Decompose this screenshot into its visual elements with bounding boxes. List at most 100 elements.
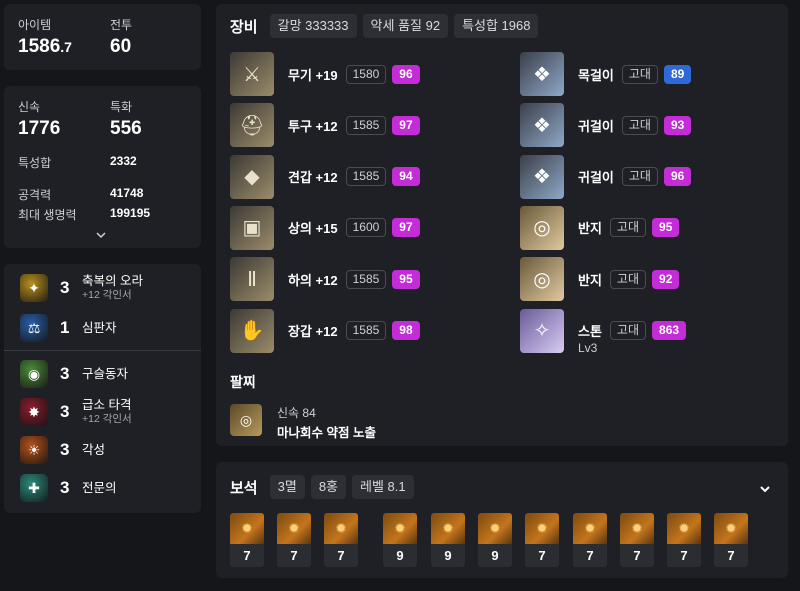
- item-level-panel: 아이템 1586.7 전투 60: [4, 4, 201, 70]
- chevron-down-icon[interactable]: [95, 228, 107, 240]
- engraving-item[interactable]: ✸ 3 급소 타격 +12 각인서: [20, 398, 132, 426]
- equipment-chip: 악세 품질 92: [362, 14, 449, 38]
- quality-badge: 93: [663, 115, 692, 135]
- quality-badge: 863: [652, 321, 687, 340]
- engraving-name: 심판자: [82, 321, 117, 335]
- stat-total-row: 특성합 2332: [18, 154, 137, 171]
- gem-item[interactable]: ✹ 7: [714, 513, 748, 567]
- gem-level: 7: [525, 544, 559, 567]
- accessory-item[interactable]: ◎ 반지 고대 95: [520, 205, 680, 250]
- gem-level: 7: [230, 544, 264, 567]
- gem-item[interactable]: ✹ 7: [277, 513, 311, 567]
- gem-level: 9: [383, 544, 417, 567]
- armor-name: 하의 +12: [288, 272, 338, 288]
- gem-icon: ✹: [324, 513, 358, 544]
- combat-level-value: 60: [110, 36, 132, 57]
- accessory-item[interactable]: ❖ 귀걸이 고대 93: [520, 103, 692, 148]
- gem-chip: 3멸: [269, 475, 305, 499]
- quality-badge: 97: [392, 115, 420, 135]
- quality-badge: 94: [392, 167, 420, 187]
- engraving-item[interactable]: ☀ 3 각성: [20, 436, 105, 464]
- armor-item[interactable]: ✋ 장갑 +12 1585 98: [230, 308, 420, 353]
- armor-item[interactable]: Ⅱ 하의 +12 1585 95: [230, 257, 420, 302]
- quality-badge: 89: [663, 64, 692, 84]
- stone-level: Lv3: [578, 340, 598, 355]
- engraving-icon: ✦: [20, 274, 48, 302]
- engraving-name: 각성: [82, 443, 106, 457]
- engraving-name: 전문의: [82, 481, 117, 495]
- armor-name: 견갑 +12: [288, 170, 338, 186]
- engraving-level: 3: [60, 278, 70, 297]
- gem-item[interactable]: ✹ 7: [525, 513, 559, 567]
- engraving-level: 3: [60, 364, 70, 383]
- max-hp-row: 최대 생명력 199195: [18, 206, 150, 223]
- bracelet-icon[interactable]: ◎: [230, 404, 262, 436]
- engravings-panel: ✦ 3 축복의 오라 +12 각인서 ⚖ 1 심판자 ◉ 3 구슬동자 ✸ 3 급소 타격 +12 각인서…: [4, 264, 201, 513]
- swiftness-value: 1776: [18, 118, 61, 139]
- gem-item[interactable]: ✹ 7: [230, 513, 264, 567]
- accessory-name: 귀걸이: [578, 170, 614, 186]
- engraving-item[interactable]: ⚖ 1 심판자: [20, 314, 117, 342]
- engraving-item[interactable]: ◉ 3 구슬동자: [20, 360, 128, 388]
- armor-icon: ⚔: [230, 52, 274, 96]
- gem-item[interactable]: ✹ 9: [431, 513, 465, 567]
- gem-level: 7: [573, 544, 607, 567]
- max-hp-value: 199195: [110, 206, 151, 220]
- accessory-item[interactable]: ✧ 스톤 고대 863 Lv3: [520, 308, 687, 355]
- max-hp-label: 최대 생명력: [18, 208, 77, 222]
- armor-item[interactable]: ⛑ 투구 +12 1585 97: [230, 103, 420, 148]
- stats-panel: 신속 1776 특화 556 특성합 2332 공격력 41748 최대 생명력 19…: [4, 86, 201, 248]
- accessory-icon: ◎: [520, 257, 564, 302]
- gem-icon: ✹: [573, 513, 607, 544]
- armor-icon: ✋: [230, 308, 274, 353]
- quality-badge: 95: [652, 218, 680, 238]
- item-level-badge: 1585: [345, 269, 387, 289]
- accessory-name: 반지: [578, 272, 602, 288]
- gem-item[interactable]: ✹ 7: [324, 513, 358, 567]
- quality-badge: 98: [392, 321, 420, 340]
- accessory-name: 목걸이: [578, 67, 614, 83]
- stat-total-label: 특성합: [18, 156, 52, 170]
- gem-level: 9: [431, 544, 465, 567]
- armor-icon: ▣: [230, 205, 274, 250]
- grade-badge: 고대: [609, 218, 647, 238]
- accessory-icon: ✧: [520, 308, 564, 353]
- gem-item[interactable]: ✹ 7: [573, 513, 607, 567]
- gem-icon: ✹: [714, 513, 748, 544]
- quality-badge: 96: [663, 167, 692, 187]
- gem-item[interactable]: ✹ 7: [667, 513, 701, 567]
- attack-label: 공격력: [18, 188, 52, 202]
- gem-item[interactable]: ✹ 9: [383, 513, 417, 567]
- engraving-item[interactable]: ✚ 3 전문의: [20, 474, 117, 502]
- swiftness-label: 신속: [18, 100, 41, 114]
- gem-icon: ✹: [277, 513, 311, 544]
- engraving-level: 1: [60, 318, 70, 337]
- accessory-item[interactable]: ❖ 귀걸이 고대 96: [520, 154, 692, 199]
- equipment-header: 장비 갈망 333333 악세 품질 92 특성합 1968: [230, 14, 544, 38]
- accessory-item[interactable]: ❖ 목걸이 고대 89: [520, 52, 692, 96]
- accessory-icon: ❖: [520, 103, 564, 148]
- gem-chip: 8홍: [310, 475, 347, 499]
- specialization-label: 특화: [110, 100, 133, 114]
- stat-total-value: 2332: [110, 154, 137, 168]
- gem-level: 7: [620, 544, 654, 567]
- gem-item[interactable]: ✹ 7: [620, 513, 654, 567]
- gem-icon: ✹: [383, 513, 417, 544]
- engraving-item[interactable]: ✦ 3 축복의 오라 +12 각인서: [20, 274, 143, 302]
- gems-header: 보석 3멸 8홍 레벨 8.1: [230, 475, 420, 499]
- armor-item[interactable]: ⚔ 무기 +19 1580 96: [230, 52, 420, 96]
- armor-icon: ⛑: [230, 103, 274, 148]
- gem-item[interactable]: ✹ 9: [478, 513, 512, 567]
- equipment-chip: 특성합 1968: [454, 14, 539, 38]
- armor-icon: ◆: [230, 154, 274, 199]
- armor-name: 장갑 +12: [288, 324, 338, 339]
- accessory-icon: ❖: [520, 52, 564, 96]
- accessory-item[interactable]: ◎ 반지 고대 92: [520, 257, 680, 302]
- gems-title: 보석: [230, 479, 258, 497]
- engraving-icon: ☀: [20, 436, 48, 464]
- gem-icon: ✹: [230, 513, 264, 544]
- quality-badge: 95: [392, 269, 420, 289]
- armor-item[interactable]: ▣ 상의 +15 1600 97: [230, 205, 420, 250]
- chevron-down-icon[interactable]: [758, 482, 772, 496]
- armor-item[interactable]: ◆ 견갑 +12 1585 94: [230, 154, 420, 199]
